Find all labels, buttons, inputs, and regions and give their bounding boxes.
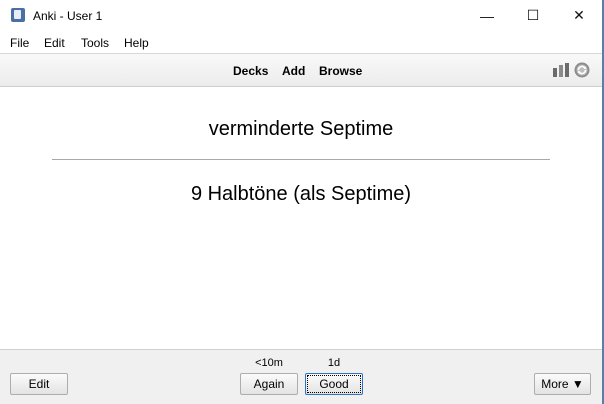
menu-edit[interactable]: Edit — [44, 36, 65, 50]
decks-link[interactable]: Decks — [233, 64, 268, 78]
menu-help[interactable]: Help — [124, 36, 149, 50]
anki-icon — [11, 8, 25, 22]
close-button[interactable]: ✕ — [556, 0, 602, 31]
anki-main-window: Anki - User 1 — ☐ ✕ File Edit Tools Help… — [0, 0, 604, 404]
answer-bar: Edit <10m Again 1d Good More ▼ — [0, 349, 602, 404]
card-front-text: verminderte Septime — [208, 118, 394, 140]
card-back-text: 9 Halbtöne (als Septime) — [190, 183, 412, 205]
title-bar[interactable]: Anki - User 1 — ☐ ✕ — [0, 0, 602, 31]
top-toolbar: Decks Add Browse — [0, 53, 602, 87]
menu-tools[interactable]: Tools — [81, 36, 109, 50]
again-button[interactable]: Again — [240, 373, 298, 395]
stats-icon[interactable] — [553, 63, 569, 77]
sync-icon[interactable] — [574, 62, 590, 78]
again-interval: <10m — [255, 357, 283, 369]
maximize-button[interactable]: ☐ — [510, 0, 556, 31]
window-title: Anki - User 1 — [33, 9, 103, 23]
answer-divider — [52, 159, 550, 160]
menu-bar: File Edit Tools Help — [0, 31, 602, 53]
more-button[interactable]: More ▼ — [534, 373, 591, 395]
add-link[interactable]: Add — [282, 64, 305, 78]
card-view: verminderte Septime 9 Halbtöne (als Sept… — [0, 87, 602, 349]
browse-link[interactable]: Browse — [319, 64, 362, 78]
good-button[interactable]: Good — [305, 373, 363, 395]
edit-button[interactable]: Edit — [10, 373, 68, 395]
good-interval: 1d — [327, 357, 341, 369]
close-icon: ✕ — [573, 7, 585, 23]
menu-file[interactable]: File — [10, 36, 29, 50]
minimize-icon: — — [480, 7, 494, 24]
maximize-icon: ☐ — [526, 7, 540, 23]
minimize-button[interactable]: — — [464, 0, 510, 31]
